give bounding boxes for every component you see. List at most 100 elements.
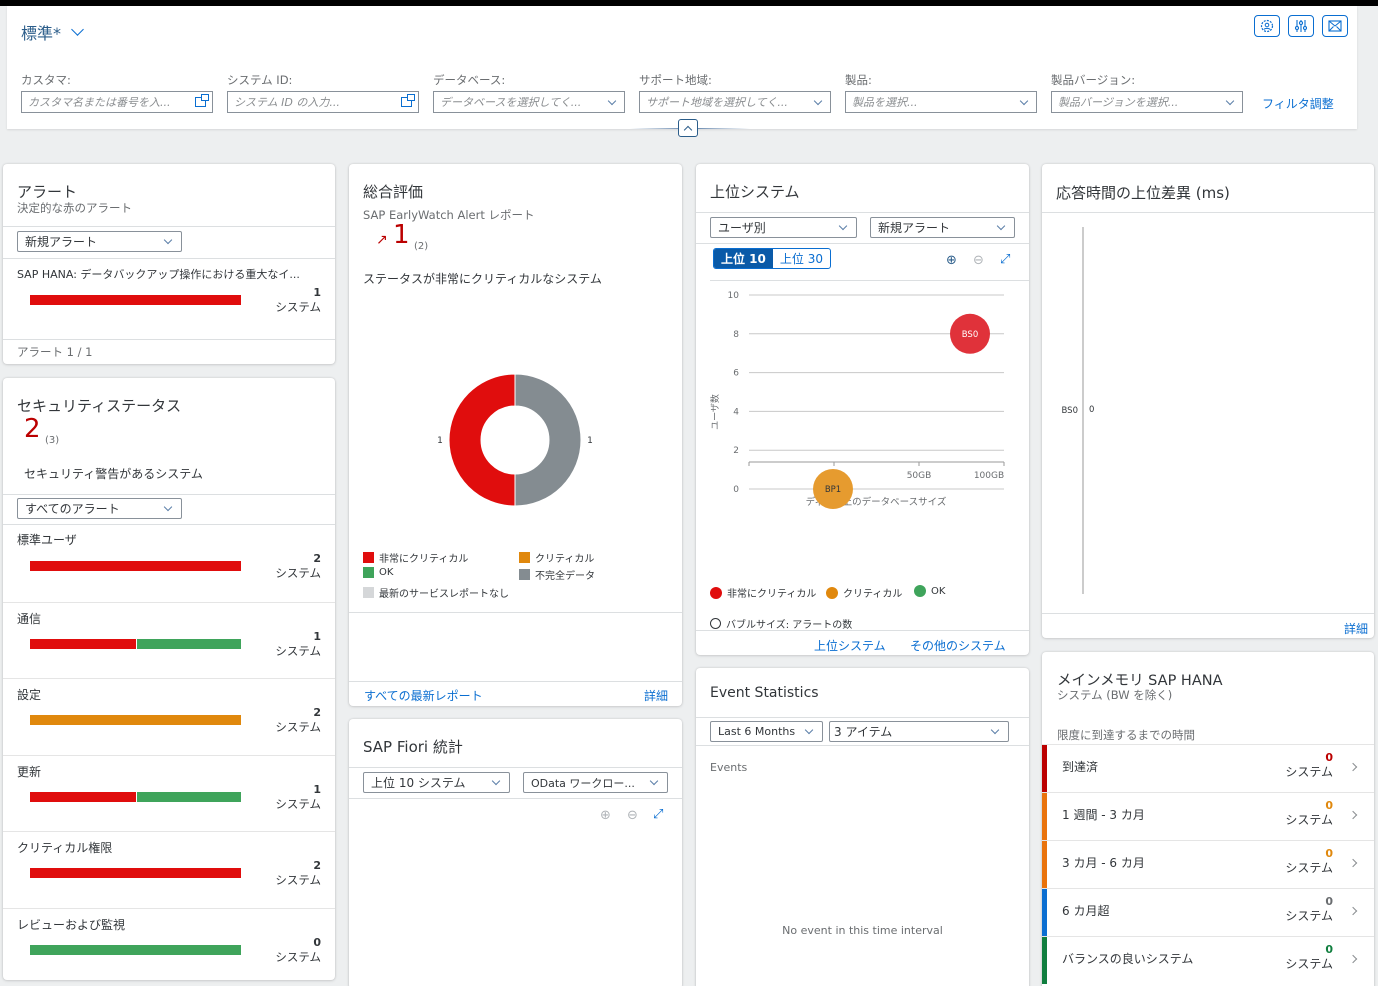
memory-row[interactable]: 6 カ月超 0 システム (1042, 888, 1374, 936)
value-help-icon[interactable] (401, 94, 415, 107)
response-details-link[interactable]: 詳細 (1344, 620, 1368, 637)
chevron-down-icon (71, 23, 84, 36)
legend-label: クリティカル (843, 589, 903, 600)
settings-button[interactable] (1288, 15, 1314, 37)
filter-label: 製品バージョン: (1051, 73, 1136, 87)
other-systems-link[interactable]: その他のシステム (910, 637, 1006, 654)
count-unit: システム (275, 949, 321, 964)
zoom-in-icon[interactable]: ⊕ (946, 253, 957, 268)
overall-kpi[interactable]: 1 (393, 220, 410, 250)
zoom-out-icon[interactable]: ⊖ (627, 808, 638, 823)
top-systems-title[interactable]: 上位システム (710, 181, 800, 202)
security-row-bar (30, 791, 241, 802)
zoom-out-icon[interactable]: ⊖ (973, 253, 984, 268)
legend-item[interactable]: クリティカル (519, 550, 594, 565)
memory-row-label: バランスの良いシステム (1062, 952, 1194, 966)
value-help-icon[interactable] (195, 94, 209, 107)
events-title[interactable]: Event Statistics (710, 685, 819, 701)
all-latest-reports-link[interactable]: すべての最新レポート (364, 687, 483, 704)
fiori-top-value: 上位 10 システム (371, 776, 466, 790)
security-row[interactable]: レビューおよび監視 0 システム (3, 907, 335, 981)
alert-item[interactable]: SAP HANA: データバックアップ操作における重大なイ... 1 システム (3, 259, 335, 339)
security-row[interactable]: クリティカル権限 2 システム (3, 831, 335, 907)
chevron-down-icon (990, 725, 1000, 735)
count-value: 0 (1325, 895, 1333, 908)
alert-type-select[interactable]: 新規アラート (17, 231, 182, 252)
donut-slice-1[interactable] (514, 373, 582, 507)
bubble-chart: 0246810ユーザ数050GB100GBディクス上のデータベースサイズBS0B… (709, 291, 1005, 509)
fiori-workload-select[interactable]: OData ワークロー... (523, 772, 668, 793)
security-title[interactable]: セキュリティステータス (17, 395, 181, 416)
collapse-header-button[interactable] (678, 119, 698, 137)
count-unit: システム (275, 873, 321, 887)
status-accent (1042, 793, 1047, 840)
alerts-title[interactable]: アラート (17, 181, 77, 202)
memory-row-label: 1 週間 - 3 カ月 (1062, 808, 1145, 822)
chevron-down-icon (607, 96, 617, 105)
status-accent (1042, 889, 1047, 936)
filter-placeholder: サポート地域を選択してく... (646, 96, 788, 109)
security-row-count: 2 システム (275, 859, 321, 887)
memory-row[interactable]: 3 カ月 - 6 カ月 0 システム (1042, 840, 1374, 888)
fullscreen-icon[interactable]: ⤢ (1000, 252, 1010, 267)
memory-row[interactable]: 1 週間 - 3 カ月 0 システム (1042, 792, 1374, 840)
legend-item[interactable]: クリティカル (826, 585, 902, 600)
legend-item[interactable]: 不完全データ (519, 567, 595, 582)
fiori-top-select[interactable]: 上位 10 システム (363, 772, 510, 793)
legend-item[interactable]: 非常にクリティカル (363, 550, 468, 565)
legend-item[interactable]: 非常にクリティカル (710, 585, 816, 600)
security-filter-select[interactable]: すべてのアラート (17, 498, 182, 519)
filter-label: 製品: (845, 73, 872, 87)
legend-item[interactable]: OK (914, 585, 945, 597)
zoom-in-icon[interactable]: ⊕ (600, 808, 611, 823)
trend-up-icon: ↗ (376, 232, 388, 248)
legend-dot (710, 586, 722, 599)
email-button[interactable] (1322, 15, 1348, 37)
legend-item[interactable]: 最新のサービスレポートなし (363, 585, 509, 600)
events-items-select[interactable]: 3 アイテム (829, 721, 1009, 742)
memory-row[interactable]: バランスの良いシステム 0 システム (1042, 936, 1374, 984)
fullscreen-icon[interactable]: ⤢ (653, 807, 663, 822)
memory-row-label: 到達済 (1062, 760, 1099, 774)
filter-input[interactable]: 製品を選択... (845, 91, 1037, 113)
top-systems-alert-select[interactable]: 新規アラート (870, 217, 1015, 238)
filter-0: カスタマ: カスタマ名または番号を入... (21, 72, 213, 113)
bar-segment-green (135, 791, 241, 802)
security-row[interactable]: 更新 1 システム (3, 754, 335, 831)
filter-input[interactable]: データベースを選択してく... (433, 91, 625, 113)
security-row-label: 設定 (17, 688, 42, 702)
filter-label: システム ID: (227, 73, 293, 87)
top-systems-card: 上位システム ユーザ別 新規アラート 上位 10 上位 30 ⊕ ⊖ ⤢ 0 2 4… (696, 164, 1029, 655)
count-unit: システム (1285, 957, 1333, 971)
security-row[interactable]: 通信 1 システム (3, 601, 335, 678)
adapt-filters-link[interactable]: フィルタ調整 (1262, 95, 1334, 112)
filter-input[interactable]: 製品バージョンを選択... (1051, 91, 1243, 113)
alerts-footer: アラート 1 / 1 (17, 345, 93, 359)
variant-selector[interactable]: 標準* (21, 20, 84, 44)
overall-title[interactable]: 総合評価 (363, 181, 423, 202)
memory-row[interactable]: 到達済 0 システム (1042, 744, 1374, 792)
donut-slice-0[interactable] (448, 373, 516, 507)
top-30-button[interactable]: 上位 30 (773, 249, 830, 268)
filter-input[interactable]: サポート地域を選択してく... (639, 91, 831, 113)
alert-type-value: 新規アラート (25, 235, 98, 249)
security-row[interactable]: 標準ユーザ 2 システム (3, 525, 335, 601)
top-10-button[interactable]: 上位 10 (714, 249, 773, 268)
legend-item[interactable]: OK (363, 567, 393, 578)
fiori-title[interactable]: SAP Fiori 統計 (363, 736, 463, 757)
memory-subtitle: システム (BW を除く) (1057, 688, 1173, 702)
security-row[interactable]: 設定 2 システム (3, 678, 335, 754)
count-value: 2 (313, 859, 321, 872)
top-systems-by-select[interactable]: ユーザ別 (710, 217, 857, 238)
security-kpi[interactable]: 2 (24, 414, 41, 444)
top-systems-link[interactable]: 上位システム (814, 637, 886, 654)
filter-input[interactable]: カスタマ名または番号を入... (21, 91, 213, 113)
events-period-select[interactable]: Last 6 Months (710, 721, 823, 742)
count-unit: システム (275, 796, 321, 811)
response-title[interactable]: 応答時間の上位差異 (ms) (1056, 182, 1230, 203)
personalize-button[interactable] (1254, 15, 1280, 37)
overall-details-link[interactable]: 詳細 (644, 687, 668, 704)
filter-input[interactable]: システム ID の入力... (227, 91, 419, 113)
chevron-right-icon (1348, 858, 1358, 868)
main-memory-card: メインメモリ SAP HANA システム (BW を除く) 限度に到達するまでの… (1042, 652, 1374, 986)
